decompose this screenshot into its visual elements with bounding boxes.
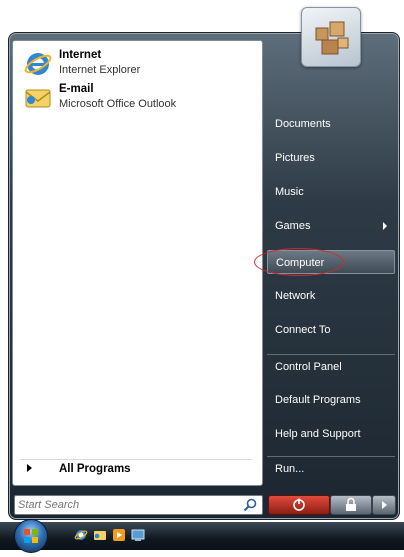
search-input[interactable] xyxy=(18,497,228,512)
pinned-internet[interactable]: Internet Internet Explorer xyxy=(21,47,251,81)
pinned-email[interactable]: E-mail Microsoft Office Outlook xyxy=(21,81,251,115)
power-button[interactable] xyxy=(268,495,330,515)
pinned-email-subtitle: Microsoft Office Outlook xyxy=(59,98,177,110)
power-controls xyxy=(268,495,396,515)
submenu-arrow-icon xyxy=(383,222,387,230)
lock-icon xyxy=(346,497,356,511)
user-picture[interactable] xyxy=(301,7,361,67)
right-item-default-programs[interactable]: Default Programs xyxy=(267,388,395,412)
user-picture-icon xyxy=(315,21,349,55)
arrow-right-icon xyxy=(27,464,32,472)
right-item-control-panel[interactable]: Control Panel xyxy=(267,354,395,378)
highlight-annotation-circle xyxy=(254,248,344,276)
pinned-internet-title: Internet xyxy=(59,49,102,61)
search-icon[interactable] xyxy=(243,498,257,512)
pinned-internet-subtitle: Internet Explorer xyxy=(59,64,141,76)
arrow-right-icon xyxy=(382,501,387,509)
programs-pane: Internet Internet Explorer E-mail Micros… xyxy=(12,40,263,486)
lock-button[interactable] xyxy=(330,495,372,515)
outlook-icon xyxy=(25,89,51,108)
right-item-games[interactable]: Games xyxy=(267,214,395,238)
pinned-email-title: E-mail xyxy=(59,83,94,95)
right-item-run[interactable]: Run... xyxy=(267,456,395,480)
right-item-documents[interactable]: Documents xyxy=(267,112,395,136)
internet-explorer-icon xyxy=(24,53,52,75)
all-programs-button[interactable]: All Programs xyxy=(19,459,253,480)
all-programs-label: All Programs xyxy=(59,463,131,475)
internet-explorer-icon[interactable] xyxy=(74,528,88,542)
media-icon[interactable] xyxy=(112,528,126,542)
start-button[interactable] xyxy=(14,519,48,553)
right-item-connect-to[interactable]: Connect To xyxy=(267,318,395,342)
power-icon xyxy=(293,498,305,511)
windows-logo-icon xyxy=(24,529,38,543)
right-item-music[interactable]: Music xyxy=(267,180,395,204)
shutdown-options-button[interactable] xyxy=(372,495,396,515)
taskbar xyxy=(0,522,404,550)
search-box[interactable] xyxy=(14,495,263,515)
outlook-icon[interactable] xyxy=(93,528,107,542)
right-item-games-label: Games xyxy=(275,220,311,232)
right-item-help-support[interactable]: Help and Support xyxy=(267,422,395,446)
desktop-icon[interactable] xyxy=(131,528,145,542)
right-item-network[interactable]: Network xyxy=(267,284,395,308)
right-item-pictures[interactable]: Pictures xyxy=(267,146,395,170)
